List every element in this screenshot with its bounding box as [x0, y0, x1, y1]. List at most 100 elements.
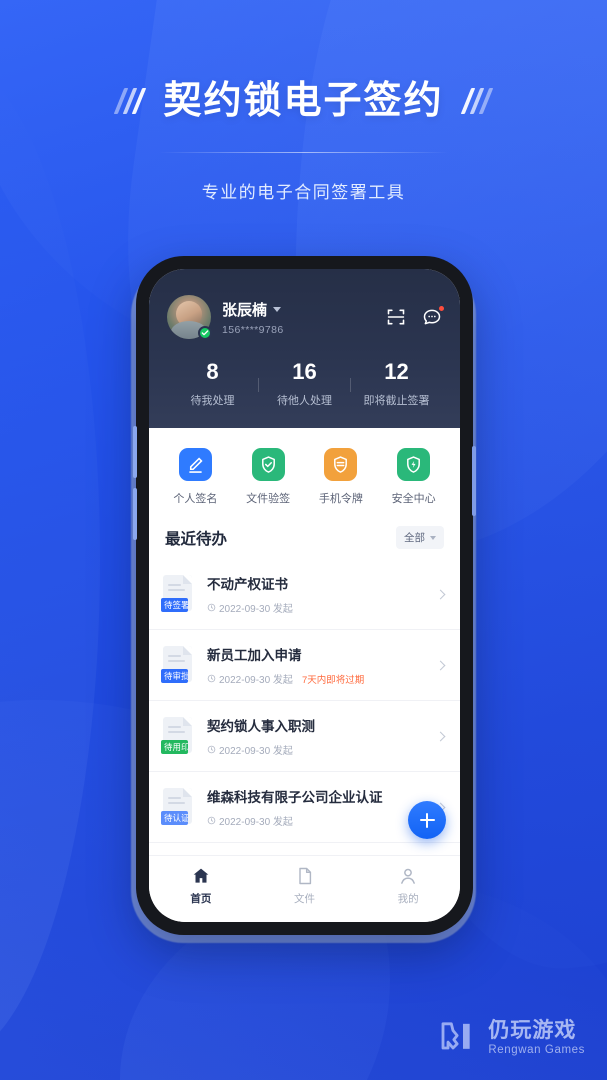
phone-volume-up-button[interactable] [133, 426, 137, 478]
slash-decoration-right [460, 88, 493, 114]
todo-item-date-text: 2022-09-30 发起 [219, 604, 293, 615]
user-name: 张辰楠 [222, 301, 268, 319]
nav-label: 文件 [294, 893, 315, 905]
todo-item-meta: 2022-09-30 发起 [207, 742, 431, 757]
todo-item-date-text: 2022-09-30 发起 [219, 817, 293, 828]
watermark-en: Rengwan Games [488, 1044, 585, 1057]
todo-item-meta: 2022-09-30 发起 [207, 813, 431, 828]
quick-action-security-center[interactable]: 安全中心 [377, 448, 450, 506]
todo-list-item[interactable]: 待审批 新员工加入申请 2022-09-30 发起 7天内即将过期 [149, 630, 460, 701]
todo-filter-dropdown[interactable]: 全部 [396, 526, 444, 549]
todo-item-meta: 2022-09-30 发起 7天内即将过期 [207, 671, 431, 686]
document-icon: 待审批 [161, 646, 196, 684]
todo-item-date: 2022-09-30 发起 [207, 813, 293, 828]
quick-action-label: 手机令牌 [318, 493, 363, 505]
watermark-cn: 仍玩游戏 [488, 1018, 577, 1042]
quick-action-label: 安全中心 [391, 493, 436, 505]
quick-action-mobile-token[interactable]: 手机令牌 [305, 448, 378, 506]
stats-row: 8 待我处理 16 待他人处理 12 即将截止签署 [167, 361, 442, 428]
todo-item-body: 契约锁人事入职测 2022-09-30 发起 [207, 715, 431, 757]
stat-label: 即将截止签署 [363, 395, 430, 407]
todo-item-title: 不动产权证书 [207, 577, 288, 592]
bottom-navigation: 首页 文件 我的 [149, 855, 460, 922]
todo-item-title: 维森科技有限子公司企业认证 [207, 790, 383, 805]
stat-value: 8 [206, 359, 219, 384]
chevron-right-icon [435, 660, 446, 670]
todo-item-body: 不动产权证书 2022-09-30 发起 [207, 573, 431, 615]
nav-item-profile[interactable]: 我的 [356, 866, 460, 906]
todo-item-warning: 7天内即将过期 [301, 674, 365, 686]
todo-item-body: 维森科技有限子公司企业认证 2022-09-30 发起 [207, 786, 431, 828]
todo-title: 最近待办 [165, 530, 228, 548]
stat-pending-others[interactable]: 16 待他人处理 [259, 361, 350, 408]
chevron-down-icon [430, 535, 436, 540]
stat-expiring[interactable]: 12 即将截止签署 [351, 361, 442, 408]
slash-decoration-left [114, 88, 147, 114]
todo-item-title: 新员工加入申请 [207, 648, 302, 663]
file-icon [298, 867, 311, 885]
todo-section-header: 最近待办 全部 [149, 522, 460, 559]
quick-action-label: 文件验签 [246, 493, 291, 505]
header-icons [386, 306, 444, 327]
rengwan-logo-icon [441, 1022, 471, 1050]
nav-item-home[interactable]: 首页 [149, 866, 253, 906]
todo-item-date-text: 2022-09-30 发起 [219, 746, 293, 757]
todo-list-item[interactable]: 待用印 契约锁人事入职测 2022-09-30 发起 [149, 701, 460, 772]
background-wave-6 [0, 60, 100, 1060]
quick-action-personal-signature[interactable]: 个人签名 [159, 448, 232, 506]
stat-value: 16 [292, 359, 317, 384]
document-icon: 待签署 [161, 575, 196, 613]
phone-screen: 张辰楠 156****9786 8 待我处理 16 待他人处理 12 即将截止签… [149, 269, 460, 922]
chevron-right-icon [435, 731, 446, 741]
quick-action-label: 个人签名 [173, 493, 218, 505]
app-header: 张辰楠 156****9786 8 待我处理 16 待他人处理 12 即将截止签… [149, 269, 460, 428]
todo-item-meta: 2022-09-30 发起 [207, 600, 431, 615]
todo-item-date: 2022-09-30 发起 [207, 671, 293, 686]
add-button[interactable] [408, 801, 446, 839]
quick-actions-row: 个人签名 文件验签 手机令牌 安全中心 [149, 428, 460, 522]
stat-label: 待我处理 [190, 395, 235, 407]
stat-value: 12 [384, 359, 409, 384]
avatar[interactable] [167, 295, 212, 340]
todo-item-body: 新员工加入申请 2022-09-30 发起 7天内即将过期 [207, 644, 431, 686]
person-icon [401, 868, 416, 884]
message-badge-dot [439, 306, 444, 311]
quick-action-file-verify[interactable]: 文件验签 [232, 448, 305, 506]
user-phone: 156****9786 [222, 323, 284, 336]
profile-row: 张辰楠 156****9786 [167, 295, 444, 340]
chevron-right-icon [435, 589, 446, 599]
todo-item-title: 契约锁人事入职测 [207, 719, 315, 734]
status-badge: 待认证 [161, 810, 188, 825]
todo-list-item[interactable]: 待签署 不动产权证书 2022-09-30 发起 [149, 559, 460, 630]
todo-item-date: 2022-09-30 发起 [207, 742, 293, 757]
status-badge: 待用印 [161, 739, 188, 754]
pen-sign-icon [178, 448, 212, 481]
nav-item-files[interactable]: 文件 [253, 866, 357, 906]
hero-divider [158, 152, 449, 153]
watermark: 仍玩游戏 Rengwan Games [438, 1018, 585, 1058]
watermark-text: 仍玩游戏 Rengwan Games [488, 1019, 585, 1057]
status-badge: 待审批 [161, 668, 188, 683]
phone-power-button[interactable] [472, 446, 476, 516]
page-root: 契约锁电子签约 专业的电子合同签署工具 张辰楠 156****9786 8 待我… [0, 0, 607, 1080]
stat-label: 待他人处理 [277, 395, 332, 407]
todo-list: 待签署 不动产权证书 2022-09-30 发起 待审批 新员工加入申请 202… [149, 559, 460, 855]
stat-pending-me[interactable]: 8 待我处理 [167, 361, 258, 408]
document-icon: 待用印 [161, 717, 196, 755]
todo-filter-label: 全部 [404, 532, 425, 544]
verified-check-icon [198, 326, 212, 340]
user-name-row[interactable]: 张辰楠 [222, 299, 386, 320]
phone-volume-down-button[interactable] [133, 488, 137, 540]
home-icon [193, 868, 209, 883]
page-title: 契约锁电子签约 [163, 80, 444, 122]
shield-bolt-icon [397, 448, 431, 481]
shield-check-icon [251, 448, 285, 481]
scan-icon[interactable] [386, 307, 406, 327]
nav-label: 我的 [397, 893, 419, 905]
message-icon[interactable] [422, 306, 444, 327]
status-badge: 待签署 [161, 597, 188, 612]
token-key-icon [324, 448, 358, 481]
hero-section: 契约锁电子签约 专业的电子合同签署工具 [0, 0, 607, 203]
document-icon: 待认证 [161, 788, 196, 826]
phone-mockup: 张辰楠 156****9786 8 待我处理 16 待他人处理 12 即将截止签… [133, 256, 476, 935]
